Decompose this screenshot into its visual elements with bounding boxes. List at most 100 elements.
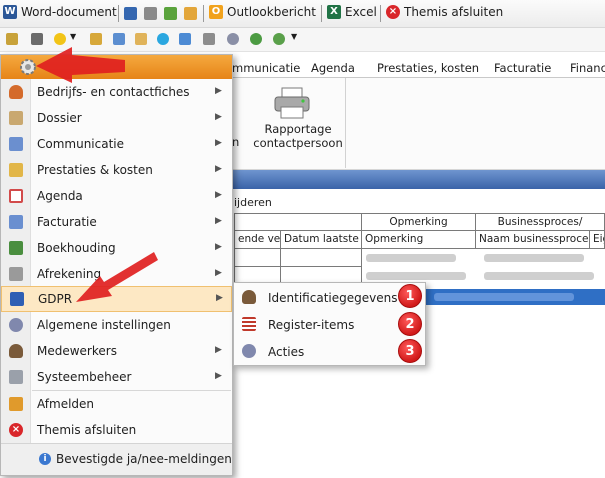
tab-prestaties-kosten[interactable]: Prestaties, kosten xyxy=(377,61,479,75)
table-cell[interactable] xyxy=(234,248,281,267)
star-icon[interactable] xyxy=(54,33,66,45)
column-header[interactable]: Opmerking xyxy=(361,230,476,249)
column-header[interactable]: Datum laatste up xyxy=(280,230,362,249)
blurred-text xyxy=(484,254,584,262)
wrench-icon xyxy=(9,370,23,384)
info-icon: i xyxy=(39,453,51,465)
table-cell[interactable] xyxy=(280,248,362,267)
themis-exit-button[interactable]: × Themis afsluiten xyxy=(386,5,503,19)
logout-icon xyxy=(9,397,23,411)
submenu-item-register-items[interactable]: Register-items xyxy=(234,311,425,338)
column-header[interactable]: Naam businessproces xyxy=(475,230,590,249)
step-badge: 1 xyxy=(398,284,422,308)
scales-icon[interactable] xyxy=(6,33,18,45)
close-circle-icon: × xyxy=(386,5,400,19)
close-circle-icon: × xyxy=(9,423,23,437)
skype-icon[interactable] xyxy=(157,33,169,45)
submenu-arrow-icon: ▶ xyxy=(215,216,222,226)
menu-item-algemene-instellingen[interactable]: Algemene instellingen xyxy=(1,312,232,338)
scanner-icon[interactable] xyxy=(203,33,215,45)
submenu-arrow-icon: ▶ xyxy=(215,268,222,278)
submenu-arrow-icon: ▶ xyxy=(215,190,222,200)
printer-icon xyxy=(9,267,23,281)
settings-gear-icon[interactable] xyxy=(18,57,38,77)
menu-item-bedrijfs-contactfiches[interactable]: Bedrijfs- en contactfiches ▶ xyxy=(1,79,232,105)
menu-item-themis-afsluiten[interactable]: × Themis afsluiten xyxy=(1,417,232,443)
submenu-arrow-icon: ▶ xyxy=(215,112,222,122)
globe-settings-icon[interactable] xyxy=(273,33,285,45)
outlook-message-button[interactable]: O Outlookbericht xyxy=(209,5,316,19)
tab-agenda[interactable]: Agenda xyxy=(311,61,355,75)
word-icon: W xyxy=(3,5,17,19)
contacts-icon[interactable] xyxy=(179,33,191,45)
submenu-arrow-icon: ▶ xyxy=(215,138,222,148)
step-badge: 2 xyxy=(398,312,422,336)
blurred-text xyxy=(484,272,594,280)
calculator-icon xyxy=(9,241,23,255)
group-header-businessproces: Businessproces/ xyxy=(475,213,605,231)
print-check-icon[interactable] xyxy=(164,7,177,20)
main-toolbar: W Word-document O Outlookbericht X Excel… xyxy=(0,0,605,28)
list-icon xyxy=(242,317,256,331)
step-badge: 3 xyxy=(398,339,422,363)
menu-item-medewerkers[interactable]: Medewerkers ▶ xyxy=(1,338,232,364)
toolbar-separator xyxy=(380,5,381,22)
menu-item-dossier[interactable]: Dossier ▶ xyxy=(1,105,232,131)
performance-icon xyxy=(9,163,23,177)
word-document-button[interactable]: W Word-document xyxy=(3,5,117,19)
dropdown-arrow-icon[interactable]: ▼ xyxy=(291,32,297,41)
report-contact-person-button[interactable]: Rapportage contactpersoon xyxy=(250,122,346,150)
submenu-arrow-icon: ▶ xyxy=(215,242,222,252)
group-header-opmerking: Opmerking xyxy=(361,213,476,231)
menu-item-gdpr[interactable]: GDPR ▶ xyxy=(1,286,232,312)
menu-item-systeembeheer[interactable]: Systeembeheer ▶ xyxy=(1,364,232,390)
globe-icon[interactable] xyxy=(250,33,262,45)
identity-icon xyxy=(242,290,256,304)
gear-icon[interactable] xyxy=(227,33,239,45)
broom-icon[interactable] xyxy=(90,33,102,45)
tab-financieel[interactable]: Financ xyxy=(570,61,605,75)
ribbon-label-fragment: n xyxy=(232,135,240,149)
clipboard-icon[interactable] xyxy=(135,33,147,45)
tab-communicatie[interactable]: mmunicatie xyxy=(232,61,300,75)
toolbar-separator xyxy=(321,5,322,22)
menu-item-communicatie[interactable]: Communicatie ▶ xyxy=(1,131,232,157)
communication-icon xyxy=(9,137,23,151)
actions-gear-icon xyxy=(242,344,256,358)
blurred-text xyxy=(366,272,466,280)
print-preview-icon[interactable] xyxy=(184,7,197,20)
submenu-arrow-icon: ▶ xyxy=(216,293,223,303)
menu-item-afmelden[interactable]: Afmelden xyxy=(1,391,232,417)
contact-person-icon xyxy=(9,85,23,99)
excel-button[interactable]: X Excel xyxy=(327,5,377,19)
employee-icon xyxy=(9,344,23,358)
dropdown-arrow-icon[interactable]: ▼ xyxy=(70,32,76,41)
submenu-item-acties[interactable]: Acties xyxy=(234,338,425,365)
calculator-icon[interactable] xyxy=(113,33,125,45)
calendar-icon xyxy=(9,189,23,203)
printer-icon[interactable] xyxy=(272,86,312,120)
menu-item-agenda[interactable]: Agenda ▶ xyxy=(1,183,232,209)
column-header[interactable]: Eig xyxy=(589,230,605,249)
confirmed-messages-button[interactable]: i Bevestigde ja/nee-meldingen xyxy=(1,443,232,475)
blurred-text xyxy=(434,293,574,301)
grid-header-empty xyxy=(234,213,362,231)
submenu-arrow-icon: ▶ xyxy=(215,86,222,96)
quick-access-toolbar: ▼ ▼ xyxy=(0,28,605,52)
column-header[interactable]: ende verv xyxy=(234,230,281,249)
menu-item-afrekening[interactable]: Afrekening ▶ xyxy=(1,261,232,287)
lock-icon xyxy=(10,292,24,306)
print-icon[interactable] xyxy=(144,7,157,20)
menu-item-facturatie[interactable]: Facturatie ▶ xyxy=(1,209,232,235)
menu-item-boekhouding[interactable]: Boekhouding ▶ xyxy=(1,235,232,261)
submenu-arrow-icon: ▶ xyxy=(215,164,222,174)
toolbar-separator xyxy=(118,5,119,22)
submenu-item-identificatiegegevens[interactable]: Identificatiegegevens xyxy=(234,284,425,311)
eye-icon[interactable] xyxy=(31,33,43,45)
tab-facturatie[interactable]: Facturatie xyxy=(494,61,551,75)
menu-item-prestaties-kosten[interactable]: Prestaties & kosten ▶ xyxy=(1,157,232,183)
submenu-arrow-icon: ▶ xyxy=(215,371,222,381)
excel-icon: X xyxy=(327,5,341,19)
blurred-text xyxy=(366,254,456,262)
save-icon[interactable] xyxy=(124,7,137,20)
